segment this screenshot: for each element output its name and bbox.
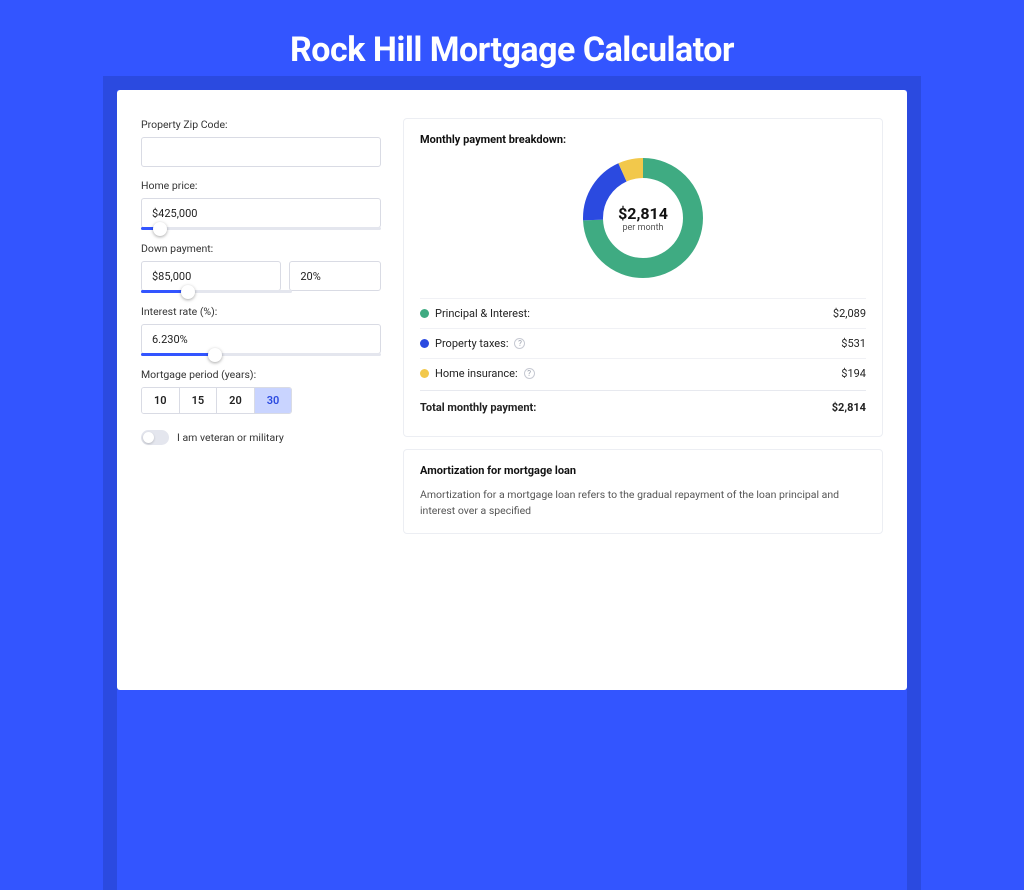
donut-chart: $2,814 per month [581, 156, 705, 280]
slider-fill [141, 353, 215, 356]
calculator-card: Property Zip Code: Home price: Down paym… [117, 90, 907, 690]
rate-slider[interactable] [141, 353, 381, 356]
period-group: 10 15 20 30 [141, 387, 292, 414]
stage: Property Zip Code: Home price: Down paym… [117, 90, 907, 690]
home-price-field: Home price: [141, 179, 381, 230]
item-label: Principal & Interest: [435, 307, 530, 320]
down-payment-slider[interactable] [141, 290, 292, 293]
breakdown-item-taxes: Property taxes: ? $531 [420, 328, 866, 358]
slider-thumb[interactable] [181, 285, 195, 299]
card-shadow-left [103, 76, 117, 890]
dot-icon [420, 369, 429, 378]
card-shadow-right [907, 76, 921, 890]
page-title: Rock Hill Mortgage Calculator [0, 30, 1024, 70]
slider-thumb[interactable] [208, 348, 222, 362]
item-left: Principal & Interest: [420, 307, 530, 320]
down-payment-row [141, 261, 381, 291]
down-payment-field: Down payment: [141, 242, 381, 293]
item-value: $531 [841, 337, 866, 350]
breakdown-item-principal: Principal & Interest: $2,089 [420, 298, 866, 328]
veteran-label: I am veteran or military [177, 431, 284, 444]
item-left: Property taxes: ? [420, 337, 525, 350]
dot-icon [420, 309, 429, 318]
amort-body: Amortization for a mortgage loan refers … [420, 487, 866, 519]
info-icon[interactable]: ? [524, 368, 535, 379]
rate-field: Interest rate (%): [141, 305, 381, 356]
donut-sub: per month [622, 223, 663, 233]
period-option-15[interactable]: 15 [180, 388, 218, 413]
breakdown-section: Monthly payment breakdown: $2,814 per mo… [403, 118, 883, 437]
down-payment-label: Down payment: [141, 242, 381, 255]
amort-heading: Amortization for mortgage loan [420, 464, 866, 477]
donut-center: $2,814 per month [581, 156, 705, 280]
results-panel: Monthly payment breakdown: $2,814 per mo… [403, 118, 883, 662]
period-option-30[interactable]: 30 [255, 388, 292, 413]
item-value: $194 [841, 367, 866, 380]
period-label: Mortgage period (years): [141, 368, 381, 381]
period-option-20[interactable]: 20 [217, 388, 255, 413]
rate-label: Interest rate (%): [141, 305, 381, 318]
item-label: Property taxes: [435, 337, 508, 350]
card-shadow-top [103, 76, 921, 90]
zip-label: Property Zip Code: [141, 118, 381, 131]
down-payment-pct-input[interactable] [289, 261, 381, 291]
home-price-label: Home price: [141, 179, 381, 192]
item-label: Home insurance: [435, 367, 518, 380]
veteran-toggle[interactable] [141, 430, 169, 445]
breakdown-total-row: Total monthly payment: $2,814 [420, 390, 866, 422]
donut-wrap: $2,814 per month [420, 156, 866, 280]
total-label: Total monthly payment: [420, 401, 536, 414]
zip-input[interactable] [141, 137, 381, 167]
toggle-knob [143, 432, 154, 443]
home-price-slider[interactable] [141, 227, 381, 230]
period-field: Mortgage period (years): 10 15 20 30 [141, 368, 381, 414]
form-panel: Property Zip Code: Home price: Down paym… [141, 118, 381, 662]
item-value: $2,089 [833, 307, 866, 320]
home-price-input[interactable] [141, 198, 381, 228]
total-value: $2,814 [832, 401, 866, 414]
rate-input[interactable] [141, 324, 381, 354]
period-option-10[interactable]: 10 [142, 388, 180, 413]
amortization-section: Amortization for mortgage loan Amortizat… [403, 449, 883, 534]
info-icon[interactable]: ? [514, 338, 525, 349]
breakdown-item-insurance: Home insurance: ? $194 [420, 358, 866, 388]
veteran-toggle-row: I am veteran or military [141, 430, 381, 445]
zip-field: Property Zip Code: [141, 118, 381, 167]
dot-icon [420, 339, 429, 348]
donut-total: $2,814 [618, 204, 668, 223]
slider-thumb[interactable] [153, 222, 167, 236]
breakdown-heading: Monthly payment breakdown: [420, 133, 866, 146]
item-left: Home insurance: ? [420, 367, 535, 380]
down-payment-input[interactable] [141, 261, 281, 291]
